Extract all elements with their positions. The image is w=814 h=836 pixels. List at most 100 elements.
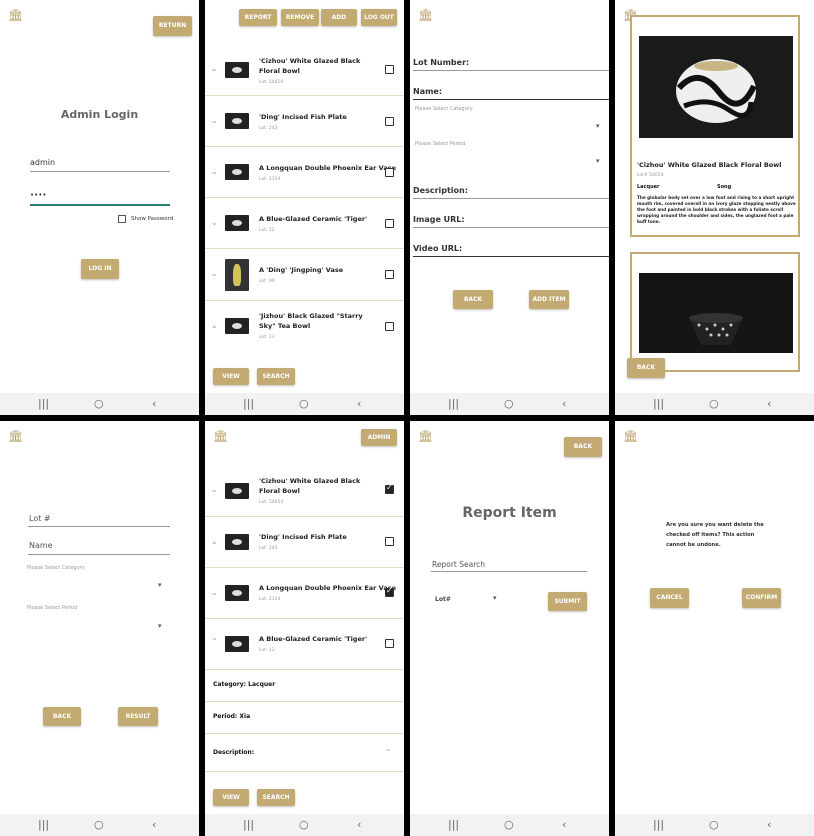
chevron-down-icon[interactable]: ⌄ — [211, 218, 218, 227]
home-icon[interactable]: ○ — [94, 818, 104, 832]
back-icon[interactable]: ‹ — [357, 818, 361, 832]
lot-number-field[interactable]: Lot Number: — [413, 58, 469, 67]
item-checkbox[interactable] — [385, 639, 394, 648]
view-button[interactable]: VIEW — [213, 789, 249, 806]
lot-search-input[interactable]: Lot # — [29, 514, 51, 523]
list-item[interactable]: ⌄ A Longquan Double Phoenix Ear Vase Lot… — [205, 147, 404, 198]
category-select[interactable]: Please Select Category — [27, 565, 85, 571]
item-checkbox[interactable] — [385, 586, 394, 597]
item-checkbox[interactable] — [385, 270, 394, 279]
name-search-input[interactable]: Name — [29, 541, 53, 550]
period-select[interactable]: Please Select Period — [415, 141, 465, 147]
remove-button[interactable]: REMOVE — [281, 9, 319, 26]
cancel-button[interactable]: CANCEL — [650, 588, 689, 608]
recents-icon[interactable]: ||| — [38, 397, 49, 411]
recents-icon[interactable]: ||| — [38, 818, 49, 832]
recents-icon[interactable]: ||| — [448, 397, 459, 411]
recents-icon[interactable]: ||| — [653, 818, 664, 832]
back-icon[interactable]: ‹ — [357, 397, 361, 411]
chevron-down-icon[interactable]: ⌄ — [385, 744, 392, 753]
home-icon[interactable]: ○ — [299, 397, 309, 411]
chevron-down-icon[interactable]: ⌄ — [211, 485, 218, 494]
period-select[interactable]: Please Select Period — [27, 605, 77, 611]
chevron-down-icon[interactable]: ⌄ — [211, 537, 218, 546]
recents-icon[interactable]: ||| — [243, 818, 254, 832]
add-item-button[interactable]: ADD ITEM — [529, 290, 569, 309]
report-button[interactable]: REPORT — [239, 9, 277, 26]
chevron-down-icon[interactable]: ⌄ — [211, 269, 218, 278]
back-button[interactable]: BACK — [564, 437, 602, 457]
home-icon[interactable]: ○ — [709, 397, 719, 411]
result-button[interactable]: RESULT — [118, 707, 158, 726]
login-button[interactable]: LOG IN — [81, 259, 119, 279]
back-icon[interactable]: ‹ — [562, 397, 566, 411]
description-field[interactable]: Description: — [413, 186, 468, 195]
logout-button[interactable]: LOG OUT — [361, 9, 397, 26]
report-search-input[interactable]: Report Search — [432, 560, 485, 569]
list-item[interactable]: ⌄ A 'Ding' 'Jingping' Vase Lot: 99 — [205, 249, 404, 301]
back-button[interactable]: BACK — [453, 290, 493, 309]
chevron-down-icon[interactable]: ⌄ — [211, 116, 218, 125]
chevron-down-icon[interactable]: ⌄ — [211, 321, 218, 330]
recents-icon[interactable]: ||| — [653, 397, 664, 411]
home-icon[interactable]: ○ — [709, 818, 719, 832]
item-checkbox[interactable] — [385, 117, 394, 126]
list-item[interactable]: ⌄ 'Cizhou' White Glazed Black Floral Bow… — [205, 467, 404, 517]
category-select[interactable]: Please Select Category — [415, 106, 473, 112]
back-icon[interactable]: ‹ — [562, 818, 566, 832]
list-item[interactable]: ⌄ A Blue-Glazed Ceramic 'Tiger' Lot: 12 — [205, 198, 404, 249]
list-item[interactable]: ⌄ A Longquan Double Phoenix Ear Vase Lot… — [205, 568, 404, 619]
item-checkbox[interactable] — [385, 322, 394, 331]
chevron-up-icon[interactable]: ⌃ — [211, 637, 218, 646]
back-button[interactable]: BACK — [43, 707, 81, 726]
item-checkbox[interactable] — [385, 65, 394, 74]
list-item[interactable]: ⌄ 'Ding' Incised Fish Plate Lot: 243 — [205, 517, 404, 568]
home-icon[interactable]: ○ — [299, 818, 309, 832]
search-button[interactable]: SEARCH — [257, 368, 295, 385]
name-field[interactable]: Name: — [413, 87, 442, 96]
username-field[interactable]: admin — [30, 158, 55, 167]
back-icon[interactable]: ‹ — [767, 397, 771, 411]
list-item[interactable]: ⌄ 'Cizhou' White Glazed Black Floral Bow… — [205, 46, 404, 96]
item-card[interactable]: 'Cizhou' White Glazed Black Floral Bowl … — [630, 15, 800, 237]
list-item[interactable]: ⌄ 'Jizhou' Black Glazed "Starry Sky" Tea… — [205, 301, 404, 353]
view-button[interactable]: VIEW — [213, 368, 249, 385]
recents-icon[interactable]: ||| — [243, 397, 254, 411]
video-url-field[interactable]: Video URL: — [413, 244, 462, 253]
item-checkbox[interactable] — [385, 537, 394, 546]
image-url-field[interactable]: Image URL: — [413, 215, 465, 224]
home-icon[interactable]: ○ — [94, 397, 104, 411]
recents-icon[interactable]: ||| — [448, 818, 459, 832]
period-dropdown-icon[interactable]: ▾ — [158, 622, 162, 630]
category-dropdown-icon[interactable]: ▾ — [158, 581, 162, 589]
home-icon[interactable]: ○ — [504, 397, 514, 411]
chevron-down-icon[interactable]: ⌄ — [211, 167, 218, 176]
lot-dropdown-icon[interactable]: ▾ — [493, 594, 497, 602]
item-card[interactable] — [630, 252, 800, 372]
category-dropdown-icon[interactable]: ▾ — [596, 122, 600, 130]
add-button[interactable]: ADD — [321, 9, 357, 26]
return-button[interactable]: RETURN — [153, 16, 192, 36]
admin-button[interactable]: ADMIN — [361, 429, 397, 446]
home-icon[interactable]: ○ — [504, 818, 514, 832]
chevron-down-icon[interactable]: ⌄ — [211, 588, 218, 597]
item-checkbox[interactable] — [385, 483, 394, 494]
item-title: A Blue-Glazed Ceramic 'Tiger' — [259, 635, 368, 643]
search-button[interactable]: SEARCH — [257, 789, 295, 806]
detail-row[interactable]: Description: ⌄ — [205, 734, 404, 772]
period-dropdown-icon[interactable]: ▾ — [596, 157, 600, 165]
item-checkbox[interactable] — [385, 168, 394, 177]
confirm-button[interactable]: CONFIRM — [742, 588, 781, 608]
password-field[interactable]: •••• — [30, 191, 47, 199]
list-item-expanded[interactable]: ⌃ A Blue-Glazed Ceramic 'Tiger' Lot: 12 — [205, 619, 404, 670]
submit-button[interactable]: SUBMIT — [548, 592, 587, 611]
list-item[interactable]: ⌄ 'Ding' Incised Fish Plate Lot: 243 — [205, 96, 404, 147]
chevron-down-icon[interactable]: ⌄ — [211, 64, 218, 73]
item-checkbox[interactable] — [385, 219, 394, 228]
back-icon[interactable]: ‹ — [152, 818, 156, 832]
show-password-checkbox[interactable] — [118, 215, 126, 223]
lot-select[interactable]: Lot# — [435, 596, 451, 603]
back-icon[interactable]: ‹ — [767, 818, 771, 832]
back-icon[interactable]: ‹ — [152, 397, 156, 411]
back-button[interactable]: BACK — [627, 358, 665, 378]
